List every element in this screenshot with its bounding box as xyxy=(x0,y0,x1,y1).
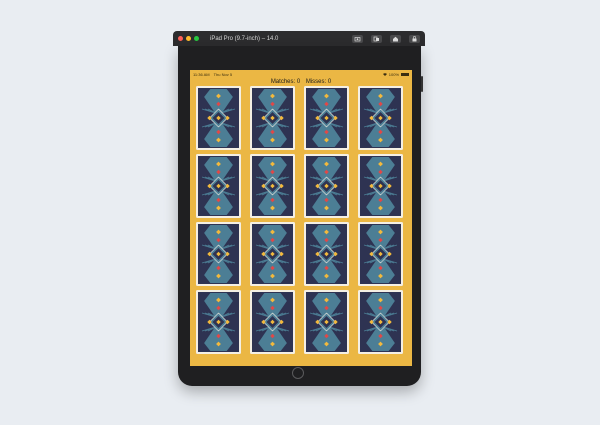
card-back-pattern-icon xyxy=(252,156,293,216)
simulator-title: iPad Pro (9.7-inch) – 14.0 xyxy=(210,35,279,42)
rotate-icon xyxy=(373,36,379,41)
screenshot-button[interactable] xyxy=(352,34,363,43)
memory-card[interactable] xyxy=(250,86,295,150)
battery-icon xyxy=(401,72,409,76)
close-window-button[interactable] xyxy=(178,36,183,41)
screenshot-icon xyxy=(354,36,361,41)
matches-label: Matches: 0 xyxy=(270,79,301,85)
memory-card[interactable] xyxy=(358,86,403,150)
memory-card[interactable] xyxy=(250,290,295,354)
simulator-toolbar: iPad Pro (9.7-inch) – 14.0 xyxy=(173,31,425,46)
app-screen: 11:36 AM Thu Nov 5 100% Matches: 0 Misse… xyxy=(190,70,412,366)
card-back-pattern-icon xyxy=(360,224,401,284)
memory-card[interactable] xyxy=(304,86,349,150)
status-bar: 11:36 AM Thu Nov 5 100% xyxy=(190,70,412,78)
card-back-pattern-icon xyxy=(198,88,239,148)
misses-label: Misses: 0 xyxy=(305,79,332,85)
status-date: Thu Nov 5 xyxy=(213,71,233,77)
card-grid xyxy=(196,86,406,364)
home-button[interactable] xyxy=(292,367,304,379)
card-back-pattern-icon xyxy=(198,156,239,216)
wifi-icon xyxy=(382,72,387,76)
card-back-pattern-icon xyxy=(252,88,293,148)
card-back-pattern-icon xyxy=(360,88,401,148)
card-back-pattern-icon xyxy=(360,292,401,352)
memory-card[interactable] xyxy=(358,290,403,354)
side-button xyxy=(421,76,423,92)
card-back-pattern-icon xyxy=(306,156,347,216)
memory-card[interactable] xyxy=(250,222,295,286)
status-time: 11:36 AM xyxy=(193,71,210,77)
memory-card[interactable] xyxy=(358,222,403,286)
memory-card[interactable] xyxy=(196,222,241,286)
lock-button[interactable] xyxy=(409,34,420,43)
rotate-button[interactable] xyxy=(371,34,382,43)
memory-card[interactable] xyxy=(196,86,241,150)
card-back-pattern-icon xyxy=(360,156,401,216)
zoom-window-button[interactable] xyxy=(194,36,199,41)
lock-icon xyxy=(412,35,417,41)
card-back-pattern-icon xyxy=(198,224,239,284)
card-back-pattern-icon xyxy=(306,224,347,284)
home-icon xyxy=(393,36,398,41)
memory-card[interactable] xyxy=(196,290,241,354)
memory-card[interactable] xyxy=(250,154,295,218)
memory-card[interactable] xyxy=(358,154,403,218)
card-back-pattern-icon xyxy=(252,224,293,284)
memory-card[interactable] xyxy=(304,290,349,354)
score-row: Matches: 0 Misses: 0 xyxy=(190,79,412,85)
card-back-pattern-icon xyxy=(306,292,347,352)
minimize-window-button[interactable] xyxy=(186,36,191,41)
memory-card[interactable] xyxy=(196,154,241,218)
card-back-pattern-icon xyxy=(306,88,347,148)
home-button-toolbar[interactable] xyxy=(390,34,401,43)
memory-card[interactable] xyxy=(304,222,349,286)
card-back-pattern-icon xyxy=(198,292,239,352)
memory-card[interactable] xyxy=(304,154,349,218)
battery-percent: 100% xyxy=(388,71,399,77)
card-back-pattern-icon xyxy=(252,292,293,352)
